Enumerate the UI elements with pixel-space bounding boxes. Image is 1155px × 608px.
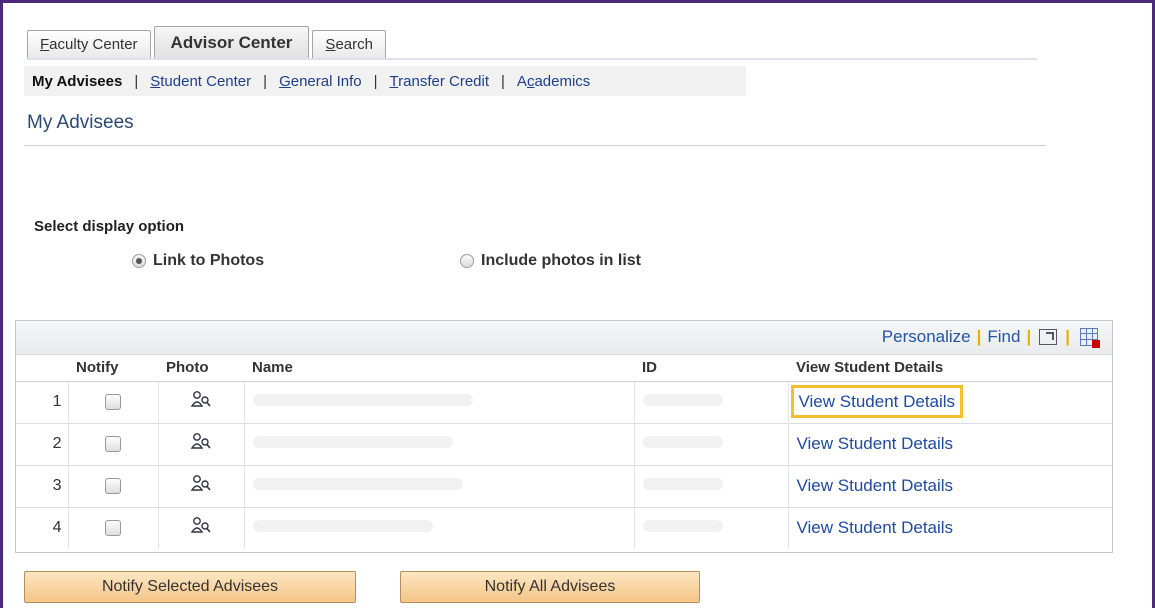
redacted-id: [642, 394, 723, 406]
notify-all-advisees-button[interactable]: Notify All Advisees: [400, 571, 700, 603]
subnav-my-advisees: My Advisees: [32, 72, 123, 90]
tab-search[interactable]: Search: [312, 30, 386, 58]
view-student-details-link[interactable]: View Student Details: [797, 434, 954, 453]
col-rownum: [16, 355, 68, 382]
person-search-icon[interactable]: [190, 515, 212, 542]
col-notify: Notify: [68, 355, 158, 382]
redacted-id: [642, 478, 723, 490]
sub-navigation: My Advisees | Student Center | General I…: [24, 66, 746, 96]
advisees-table: Notify Photo Name ID View Student Detail…: [16, 355, 1112, 549]
radio-link-to-photos[interactable]: Link to Photos: [132, 252, 264, 270]
person-search-icon[interactable]: [190, 431, 212, 458]
personalize-link[interactable]: Personalize: [882, 327, 971, 347]
person-search-icon[interactable]: [190, 473, 212, 500]
download-excel-icon[interactable]: [1080, 328, 1100, 348]
notify-checkbox[interactable]: [105, 393, 121, 410]
zoom-grid-icon[interactable]: [1039, 329, 1058, 345]
col-id: ID: [634, 355, 788, 382]
table-row: 3 View Student Details: [16, 464, 1112, 507]
view-student-details-link[interactable]: View Student Details: [790, 385, 964, 418]
row-number: 2: [16, 422, 68, 465]
notify-selected-advisees-button[interactable]: Notify Selected Advisees: [24, 571, 356, 603]
title-divider: [24, 145, 1046, 146]
display-option-label: Select display option: [34, 218, 185, 235]
notify-checkbox[interactable]: [105, 477, 121, 494]
radio-button-checked[interactable]: [132, 254, 146, 268]
row-number: 3: [16, 464, 68, 507]
subnav-general-info[interactable]: General Info: [279, 73, 362, 90]
view-student-details-link[interactable]: View Student Details: [797, 518, 954, 537]
advisees-grid: Personalize | Find | | Notify Photo Name…: [15, 320, 1113, 553]
col-name: Name: [244, 355, 634, 382]
subnav-student-center[interactable]: Student Center: [150, 73, 251, 90]
top-tabs: Faculty Center Advisor Center Search: [27, 26, 389, 58]
table-row: 4 View Student Details: [16, 506, 1112, 549]
subnav-academics[interactable]: Academics: [517, 73, 590, 90]
notify-checkbox[interactable]: [105, 520, 121, 537]
table-header-row: Notify Photo Name ID View Student Detail…: [16, 355, 1112, 382]
row-number: 4: [16, 506, 68, 549]
col-photo: Photo: [158, 355, 244, 382]
person-search-icon[interactable]: [190, 389, 212, 416]
table-row: 2 View Student Details: [16, 422, 1112, 465]
radio-include-photos[interactable]: Include photos in list: [460, 252, 641, 270]
grid-toolbar: Personalize | Find | |: [16, 321, 1112, 355]
table-row: 1 View Student Details: [16, 380, 1112, 423]
notify-checkbox[interactable]: [105, 435, 121, 452]
view-student-details-link[interactable]: View Student Details: [797, 476, 954, 495]
tab-advisor-center[interactable]: Advisor Center: [153, 26, 310, 58]
subnav-transfer-credit[interactable]: Transfer Credit: [390, 73, 489, 90]
redacted-id: [642, 436, 723, 448]
redacted-name: [252, 436, 453, 448]
row-number: 1: [16, 380, 68, 423]
radio-button-unchecked[interactable]: [460, 254, 474, 268]
redacted-name: [252, 394, 473, 406]
redacted-name: [252, 520, 433, 533]
redacted-name: [252, 478, 463, 490]
tab-underline: [27, 58, 1037, 60]
tab-faculty-center[interactable]: Faculty Center: [27, 30, 151, 58]
col-view-details: View Student Details: [788, 355, 1112, 382]
find-link[interactable]: Find: [987, 327, 1020, 347]
redacted-id: [642, 520, 723, 533]
page-title: My Advisees: [27, 112, 134, 133]
